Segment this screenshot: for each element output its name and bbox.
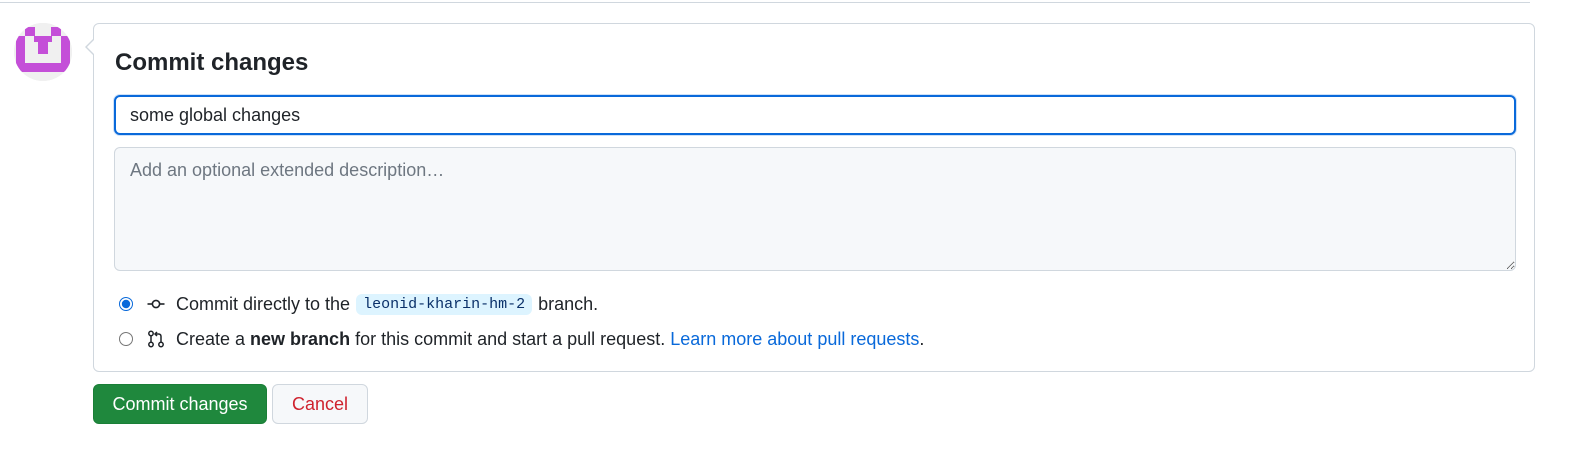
branch-name-badge: leonid-kharin-hm-2	[356, 293, 533, 315]
commit-description-textarea[interactable]	[114, 147, 1516, 271]
new-branch-option[interactable]: Create a new branch for this commit and …	[119, 327, 924, 351]
commit-title: Commit changes	[115, 49, 309, 76]
commit-direct-text-after: branch.	[538, 293, 599, 314]
commit-direct-option[interactable]: Commit directly to the leonid-kharin-hm-…	[119, 292, 598, 316]
commit-panel: Commit changes Commit directly to the le…	[85, 23, 1535, 372]
top-divider	[0, 2, 1530, 3]
cancel-button[interactable]: Cancel	[272, 384, 368, 424]
new-branch-bold-text: new branch	[250, 328, 351, 349]
new-branch-text-after: for this commit and start a pull request…	[355, 328, 666, 349]
identicon-icon	[14, 23, 72, 81]
pull-request-help-link[interactable]: Learn more about pull requests	[670, 329, 919, 350]
new-branch-link-suffix: .	[919, 328, 925, 349]
new-branch-text-before: Create a	[176, 328, 246, 349]
commit-direct-radio[interactable]	[119, 297, 133, 311]
git-commit-icon	[147, 295, 165, 313]
commit-direct-text-before: Commit directly to the	[176, 293, 351, 314]
new-branch-radio[interactable]	[119, 332, 133, 346]
commit-summary-input[interactable]	[114, 95, 1516, 135]
avatar[interactable]	[14, 23, 72, 81]
commit-changes-button[interactable]: Commit changes	[93, 384, 267, 424]
git-pull-request-icon	[147, 330, 165, 348]
